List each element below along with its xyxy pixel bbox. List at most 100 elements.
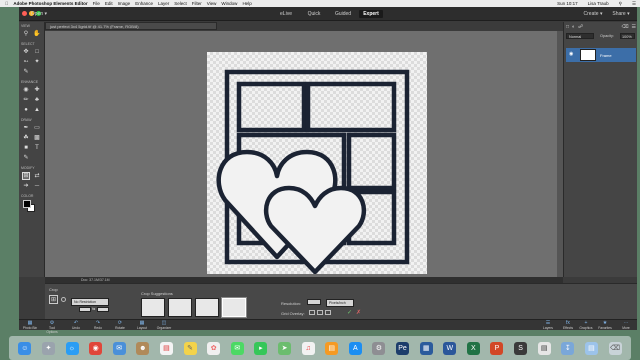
maps-icon[interactable]: ➤ [278, 341, 291, 355]
eraser-icon[interactable]: ▭ [33, 124, 41, 132]
crop-suggestion-3[interactable] [195, 298, 219, 317]
content-aware-move-icon[interactable]: ➔ [22, 182, 30, 190]
shape-icon[interactable]: ■ [22, 144, 30, 152]
menu-app-name[interactable]: Adobe Photoshop Elements Editor [13, 1, 87, 6]
new-layer-icon[interactable]: □ [566, 24, 569, 30]
panel-menu-icon[interactable]: ☰ [632, 24, 636, 30]
open-button[interactable]: Open ▾ [29, 10, 49, 18]
brush-icon[interactable]: ✒ [22, 124, 30, 132]
tab-quick[interactable]: Quick [303, 10, 325, 18]
selection-brush-icon[interactable]: ✎ [22, 68, 30, 76]
crop-preset-select[interactable]: No Restriction [71, 298, 109, 306]
move-icon[interactable]: ✥ [22, 48, 30, 56]
opacity-input[interactable]: 100% [620, 33, 635, 39]
menu-select[interactable]: Select [174, 1, 187, 6]
calendar-icon[interactable]: ▤ [159, 341, 173, 355]
recompose-icon[interactable]: ⇄ [33, 172, 41, 180]
tab-elive[interactable]: eLive [275, 10, 297, 18]
create-button[interactable]: Create ▾ [581, 10, 605, 18]
resolution-input[interactable] [307, 299, 321, 305]
organizer-dock-icon[interactable]: ▦ [419, 341, 433, 355]
silhouette-icon[interactable]: S [514, 341, 528, 355]
app-store-icon[interactable]: A [348, 341, 362, 355]
width-input[interactable] [79, 307, 91, 312]
safari-icon[interactable]: ☼ [65, 341, 79, 355]
document-tab[interactable]: just perfect 3x4 5grid.tif @ 41.7% (Fram… [45, 22, 217, 30]
mail-icon[interactable]: ✉ [112, 341, 126, 355]
blend-mode-select[interactable]: Normal [566, 33, 594, 39]
redo-button[interactable]: ↷ Redo [89, 321, 107, 331]
menu-file[interactable]: File [93, 1, 100, 6]
cancel-icon[interactable]: ✗ [356, 309, 361, 316]
menu-help[interactable]: Help [242, 1, 251, 6]
eye-icon[interactable]: ◉ [22, 86, 30, 94]
grid-overlay-none-icon[interactable] [309, 310, 315, 315]
visibility-eye-icon[interactable]: ◉ [569, 51, 573, 57]
crop-suggestion-4[interactable] [222, 298, 246, 317]
blur-icon[interactable]: ● [22, 106, 30, 114]
messages-icon[interactable]: ✉ [230, 341, 244, 355]
clone-stamp-icon[interactable]: ♣ [33, 96, 41, 104]
menu-edit[interactable]: Edit [105, 1, 113, 6]
facetime-icon[interactable]: ▸ [254, 341, 268, 355]
user-name[interactable]: Lisa Traub [588, 1, 609, 7]
smart-brush-icon[interactable]: ✏ [22, 96, 30, 104]
marquee-icon[interactable]: □ [33, 48, 41, 56]
swap-icon[interactable]: ⇆ [92, 306, 95, 311]
crop-icon[interactable]: ⊞ [22, 172, 30, 180]
photos-icon[interactable]: ✿ [207, 341, 221, 355]
straighten-icon[interactable]: ─ [33, 182, 41, 190]
tab-expert[interactable]: Expert [359, 10, 383, 18]
contacts-icon[interactable]: ☻ [136, 341, 150, 355]
type-icon[interactable]: T [33, 144, 41, 152]
crop-suggestion-2[interactable] [168, 298, 192, 317]
menu-layer[interactable]: Layer [158, 1, 169, 6]
word-icon[interactable]: W [443, 341, 457, 355]
downloads-icon[interactable]: ↧ [561, 341, 575, 355]
organizer-button[interactable]: ◫ Organizer [155, 321, 173, 331]
rotate-button[interactable]: ⟳ Rotate [111, 321, 129, 331]
magic-wand-icon[interactable]: ✦ [33, 58, 41, 66]
gradient-icon[interactable]: ▩ [33, 134, 41, 142]
link-layers-icon[interactable]: ☍ [578, 24, 583, 30]
crop-tool-icon[interactable]: ⊞ [49, 295, 58, 304]
finder-icon[interactable]: ☺ [18, 341, 32, 355]
grid-overlay-grid-icon[interactable] [325, 310, 331, 315]
menu-view[interactable]: View [207, 1, 217, 6]
spot-healing-icon[interactable]: ✚ [33, 86, 41, 94]
share-button[interactable]: Share ▾ [609, 10, 633, 18]
resolution-unit-select[interactable]: Pixels/inch [326, 299, 354, 307]
photoshop-elements-icon[interactable]: Pe [396, 341, 410, 355]
layout-button[interactable]: ▦ Layout [133, 321, 151, 331]
menu-enhance[interactable]: Enhance [135, 1, 153, 6]
undo-button[interactable]: ↶ Undo [67, 321, 85, 331]
zoom-icon[interactable]: ⚲ [22, 30, 30, 38]
layer-row[interactable]: ◉ Frame [566, 48, 636, 62]
favorites-button[interactable]: ★ Favorites [596, 321, 614, 331]
trash-dock-icon[interactable]: ⌫ [608, 341, 622, 355]
ibooks-icon[interactable]: ▤ [325, 341, 339, 355]
notes-icon[interactable]: ✎ [183, 341, 197, 355]
tool-options-button[interactable]: ⚙ Tool Options [43, 321, 61, 335]
graphics-button[interactable]: + Graphics [577, 321, 595, 331]
tab-guided[interactable]: Guided [331, 10, 355, 18]
crop-options-icon[interactable] [61, 297, 66, 302]
lasso-icon[interactable]: ➳ [22, 58, 30, 66]
crop-suggestion-1[interactable] [141, 298, 165, 317]
apple-icon[interactable]:  [5, 1, 8, 6]
layers-panel-button[interactable]: ☰ Layers [539, 321, 557, 331]
commit-icon[interactable]: ✓ [347, 309, 352, 316]
system-preferences-icon[interactable]: ⚙ [372, 341, 386, 355]
photo-bin-button[interactable]: ▦ Photo Bin [21, 321, 39, 331]
sponge-icon[interactable]: ▲ [33, 106, 41, 114]
menu-image[interactable]: Image [118, 1, 131, 6]
grid-overlay-thirds-icon[interactable] [317, 310, 323, 315]
foreground-color-swatch[interactable] [23, 200, 31, 208]
menu-filter[interactable]: Filter [192, 1, 202, 6]
preview-icon[interactable]: ▤ [537, 341, 551, 355]
search-icon[interactable]: ⚲ [619, 1, 622, 7]
trash-icon[interactable]: ⌫ [621, 24, 628, 30]
height-input[interactable] [97, 307, 109, 312]
itunes-icon[interactable]: ♫ [301, 341, 315, 355]
document-canvas[interactable] [207, 52, 427, 274]
